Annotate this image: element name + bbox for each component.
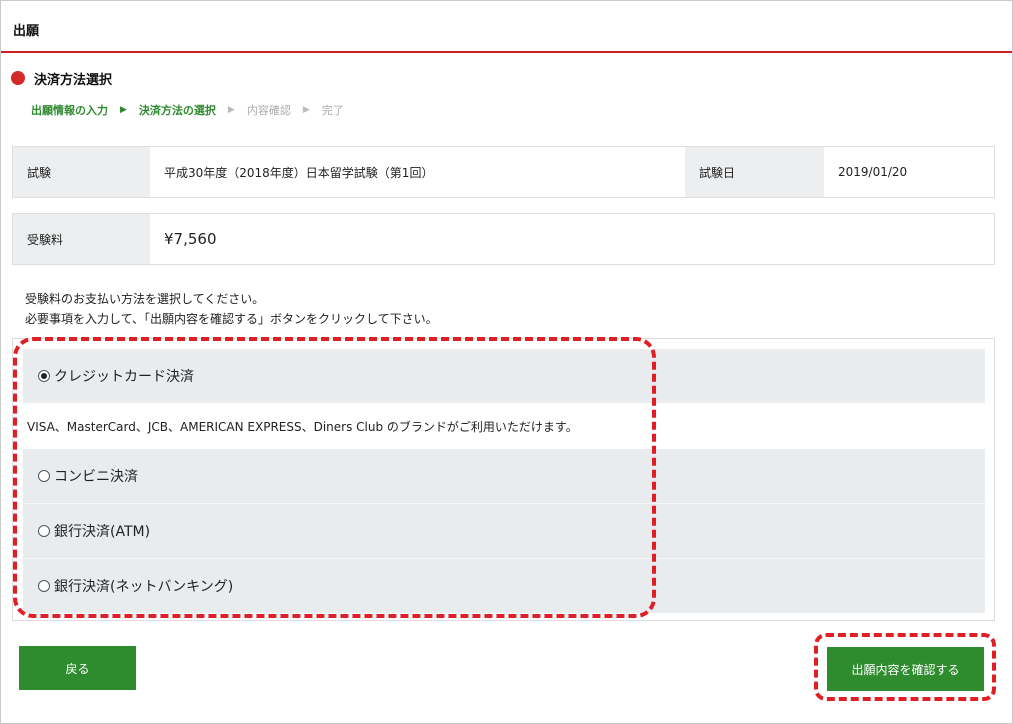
step-arrow-icon: ▶ [227, 105, 235, 115]
payment-option-label: コンビニ決済 [54, 469, 138, 485]
section-heading: 決済方法選択 [11, 68, 112, 88]
instruction-line: 受験料のお支払い方法を選択してください。 [25, 292, 265, 306]
page-title: 出願 [13, 24, 40, 39]
red-dot-icon [11, 71, 25, 85]
radio-unselected-icon[interactable] [38, 525, 50, 537]
payment-option-convenience[interactable]: コンビニ決済 [23, 449, 985, 503]
payment-option-label: 銀行決済(ATM) [54, 524, 151, 540]
fee-info-row: 受験料 ¥7,560 [12, 213, 995, 265]
back-button[interactable]: 戻る [19, 646, 136, 690]
step-payment: 決済方法の選択 [138, 104, 216, 117]
radio-selected-icon[interactable] [38, 370, 50, 382]
progress-steps: 出願情報の入力 ▶ 決済方法の選択 ▶ 内容確認 ▶ 完了 [31, 102, 356, 118]
page-header: 出願 [1, 1, 1012, 53]
exam-date-label: 試験日 [685, 147, 824, 197]
instructions: 受験料のお支払い方法を選択してください。 必要事項を入力して、「出願内容を確認す… [25, 289, 438, 329]
fee-value: ¥7,560 [150, 214, 994, 264]
confirm-application-button[interactable]: 出願内容を確認する [827, 647, 984, 691]
radio-unselected-icon[interactable] [38, 470, 50, 482]
payment-option-credit[interactable]: クレジットカード決済 [23, 349, 985, 403]
exam-label: 試験 [13, 147, 150, 197]
payment-option-label: 銀行決済(ネットバンキング) [54, 579, 234, 595]
credit-brand-note: VISA、MasterCard、JCB、AMERICAN EXPRESS、Din… [27, 420, 578, 434]
instruction-line: 必要事項を入力して、「出願内容を確認する」ボタンをクリックして下さい。 [25, 312, 438, 326]
step-arrow-icon: ▶ [120, 105, 127, 115]
exam-date-value: 2019/01/20 [824, 147, 994, 197]
payment-option-label: クレジットカード決済 [54, 369, 194, 385]
payment-option-bank-atm[interactable]: 銀行決済(ATM) [23, 504, 985, 558]
radio-unselected-icon[interactable] [38, 580, 50, 592]
step-arrow-icon: ▶ [302, 105, 310, 115]
payment-option-net-banking[interactable]: 銀行決済(ネットバンキング) [23, 559, 985, 613]
exam-value: 平成30年度（2018年度）日本留学試験（第1回） [150, 147, 685, 197]
section-title: 決済方法選択 [34, 72, 113, 88]
exam-info-row: 試験 平成30年度（2018年度）日本留学試験（第1回） 試験日 2019/01… [12, 146, 995, 198]
step-input: 出願情報の入力 [31, 104, 108, 117]
fee-label: 受験料 [13, 214, 150, 264]
step-complete: 完了 [321, 104, 344, 117]
application-page: 出願 決済方法選択 出願情報の入力 ▶ 決済方法の選択 ▶ 内容確認 ▶ 完了 … [0, 0, 1013, 724]
payment-method-list: クレジットカード決済 VISA、MasterCard、JCB、AMERICAN … [12, 338, 995, 621]
step-confirm: 内容確認 [246, 104, 291, 117]
